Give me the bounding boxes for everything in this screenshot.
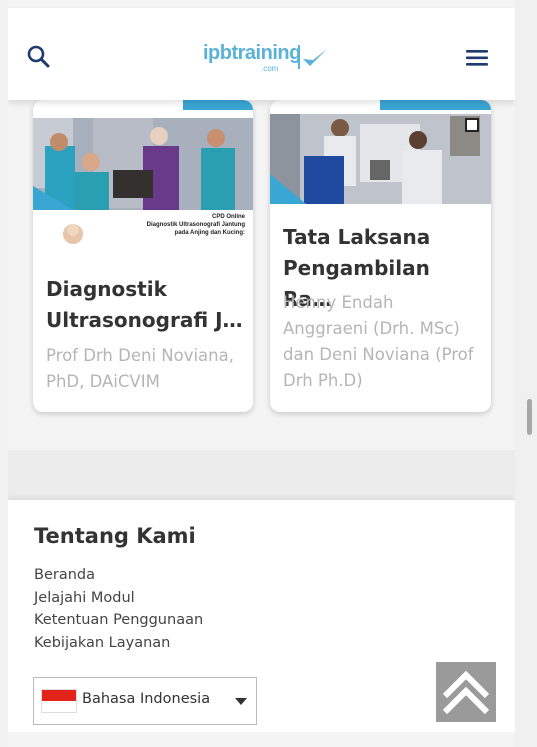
search-icon[interactable] <box>26 44 52 70</box>
page-viewport: ipbtraining .com CPD Online Diagnostik U… <box>8 0 515 747</box>
course-card[interactable]: CPD Online Diagnostik Ultrasonografi Jan… <box>33 100 253 412</box>
course-author: Prof Drh Deni Noviana, PhD, DAiCVIM <box>46 346 234 391</box>
thumbnail-caption: pada Anjing dan Kucing: <box>175 230 245 236</box>
header-top-edge <box>8 8 515 16</box>
course-author: Henny Endah Anggraeni (Drh. MSc) dan Den… <box>283 293 474 390</box>
footer-link-kebijakan-layanan[interactable]: Kebijakan Layanan <box>34 632 203 655</box>
footer-links: Beranda Jelajahi Modul Ketentuan Penggun… <box>34 564 203 654</box>
scrollbar-track[interactable] <box>515 0 537 747</box>
course-title[interactable]: Diagnostik Ultrasonografi J… <box>46 274 246 336</box>
course-thumbnail: CPD Online Diagnostik Ultrasonografi Jan… <box>33 100 253 256</box>
logo-check-icon <box>303 49 327 66</box>
logo-suffix: .com <box>261 64 279 73</box>
footer-link-beranda[interactable]: Beranda <box>34 564 203 587</box>
indonesia-flag-icon <box>41 689 77 713</box>
site-logo[interactable]: ipbtraining .com <box>203 42 333 82</box>
footer-bottom-edge <box>8 732 515 747</box>
thumbnail-caption: CPD Online <box>212 214 246 220</box>
logo-text: ipbtraining <box>203 42 301 64</box>
course-list: CPD Online Diagnostik Ultrasonografi Jan… <box>8 100 515 450</box>
flag-red-band <box>42 690 76 701</box>
scrollbar-thumb[interactable] <box>527 399 532 435</box>
thumbnail-caption: Diagnostik Ultrasonografi Jantung <box>147 222 246 228</box>
course-card[interactable]: Tata Laksana Pengambilan Ra… Henny Endah… <box>270 100 491 412</box>
caret-down-icon <box>235 698 247 705</box>
flag-white-band <box>42 701 76 712</box>
double-chevron-up-icon <box>442 670 490 715</box>
scroll-to-top-button[interactable] <box>436 662 496 722</box>
section-divider <box>8 450 515 500</box>
footer-heading: Tentang Kami <box>34 524 196 548</box>
logo-divider <box>298 45 300 69</box>
course-thumbnail <box>270 100 491 204</box>
hamburger-menu-icon[interactable] <box>464 48 492 70</box>
site-header: ipbtraining .com <box>8 8 515 100</box>
footer-link-ketentuan-penggunaan[interactable]: Ketentuan Penggunaan <box>34 609 203 632</box>
footer-link-jelajahi-modul[interactable]: Jelajahi Modul <box>34 587 203 610</box>
language-select[interactable]: Bahasa Indonesia <box>33 677 257 725</box>
language-select-value: Bahasa Indonesia <box>82 691 211 707</box>
